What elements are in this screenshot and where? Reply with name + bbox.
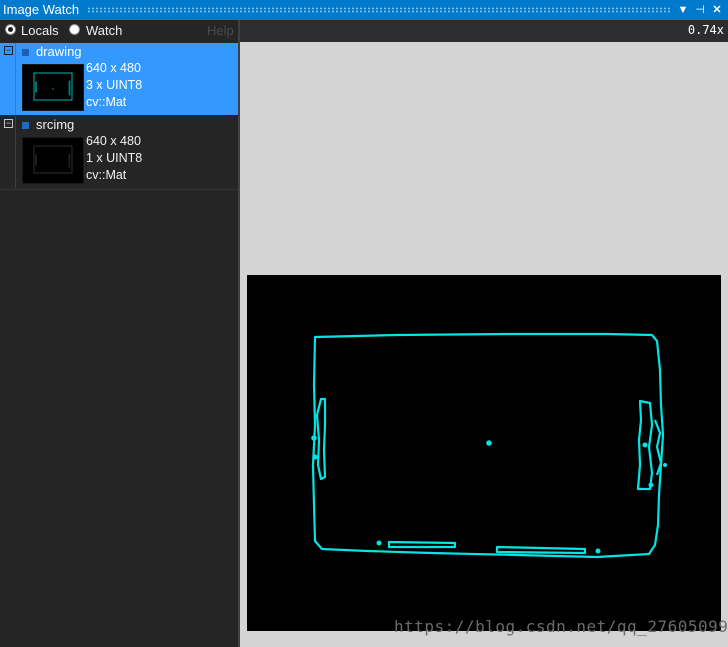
variable-color-icon xyxy=(22,49,29,56)
thumbnail-drawing[interactable] xyxy=(22,64,84,111)
collapse-icon[interactable]: − xyxy=(4,46,13,55)
variable-dimensions: 640 x 480 xyxy=(86,134,141,148)
tree-line xyxy=(15,43,16,115)
list-divider xyxy=(0,189,238,190)
variable-item-srcimg[interactable]: − srcimg 640 x 480 1 x UINT8 cv::Mat xyxy=(0,116,238,188)
variable-channels: 3 x UINT8 xyxy=(86,78,143,92)
bottom-dot xyxy=(376,540,382,546)
titlebar-grip[interactable] xyxy=(87,7,672,13)
thumbnail-contour xyxy=(68,153,71,169)
thumbnail-contour xyxy=(68,80,71,96)
tree-line xyxy=(15,116,16,188)
variable-name: drawing xyxy=(36,44,82,59)
left-dot xyxy=(311,435,317,441)
tool-window-titlebar: Image Watch ▼ ⊣ ✕ xyxy=(0,0,728,20)
zoom-level: 0.74x xyxy=(687,23,724,37)
left-dot xyxy=(312,454,318,460)
variable-type: cv::Mat xyxy=(86,168,127,182)
variable-channels: 1 x UINT8 xyxy=(86,151,143,165)
bottom-left-contour xyxy=(387,540,457,549)
viewer-header: 0.74x xyxy=(240,20,728,42)
bottom-dot xyxy=(595,548,601,554)
image-viewer[interactable]: https://blog.csdn.net/qq_27605099 xyxy=(240,42,728,647)
thumbnail-image xyxy=(33,72,73,101)
locals-label[interactable]: Locals xyxy=(21,23,59,38)
image-contours xyxy=(311,332,667,559)
collapse-icon[interactable]: − xyxy=(4,119,13,128)
variable-name: srcimg xyxy=(36,117,75,132)
watch-label[interactable]: Watch xyxy=(86,23,122,38)
right-edge-contour xyxy=(653,419,663,476)
window-title: Image Watch xyxy=(3,2,80,17)
variable-item-drawing[interactable]: − drawing 640 x 480 3 x UINT8 cv::Mat xyxy=(0,43,238,115)
help-link[interactable]: Help xyxy=(207,23,234,38)
thumbnail-contour xyxy=(33,145,73,174)
variable-type: cv::Mat xyxy=(86,95,127,109)
thumbnail-contour xyxy=(35,154,37,166)
right-dot xyxy=(648,482,654,488)
thumbnail-srcimg[interactable] xyxy=(22,137,84,184)
center-dot xyxy=(486,440,492,446)
variable-color-icon xyxy=(22,122,29,129)
right-dot xyxy=(642,442,648,448)
watermark: https://blog.csdn.net/qq_27605099 xyxy=(394,617,728,636)
variables-panel: Locals Watch Help − drawing 640 x 480 3 … xyxy=(0,20,238,647)
thumbnail-contour xyxy=(33,72,73,101)
thumbnail-image xyxy=(33,145,73,174)
pin-icon[interactable]: ⊣ xyxy=(692,0,708,20)
thumbnail-dot xyxy=(52,88,54,90)
variable-dimensions: 640 x 480 xyxy=(86,61,141,75)
bottom-right-contour xyxy=(495,545,587,555)
view-toolbar: Locals Watch Help xyxy=(0,20,238,42)
thumbnail-contour xyxy=(35,81,37,93)
locals-radio[interactable] xyxy=(5,24,16,35)
image-display[interactable]: https://blog.csdn.net/qq_27605099 xyxy=(247,275,728,636)
window-menu-icon[interactable]: ▼ xyxy=(675,0,691,20)
right-dot xyxy=(663,463,667,467)
watch-radio[interactable] xyxy=(69,24,80,35)
close-icon[interactable]: ✕ xyxy=(709,0,725,20)
left-goal-contour xyxy=(315,397,327,481)
